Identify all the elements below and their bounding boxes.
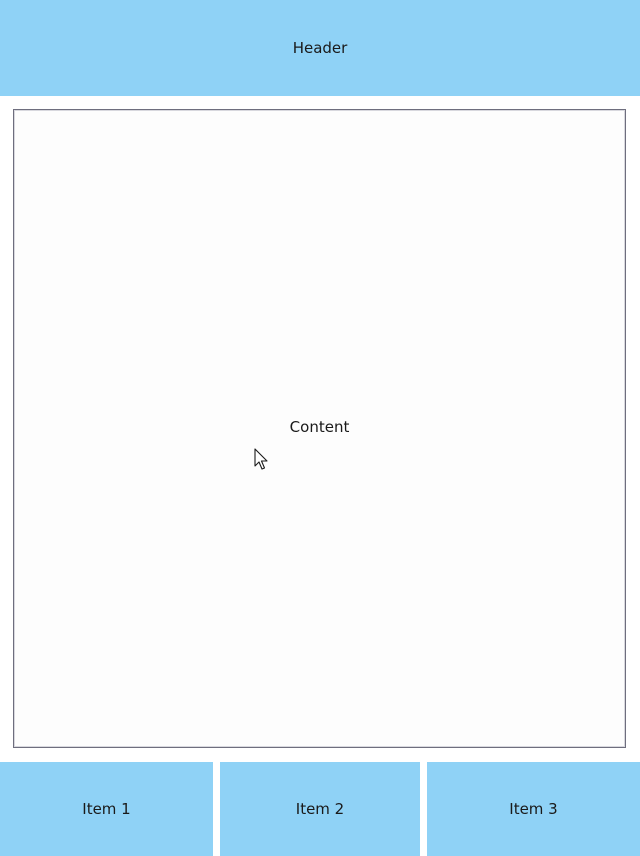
tab-item-1-label: Item 1 (82, 800, 131, 818)
content-label: Content (289, 417, 350, 436)
content-area[interactable]: Content (13, 109, 626, 748)
tab-item-3-label: Item 3 (509, 800, 558, 818)
tab-item-2-label: Item 2 (295, 800, 345, 818)
tab-item-1[interactable]: Item 1 (0, 762, 213, 856)
header-bar: Header (0, 0, 640, 96)
tab-item-3[interactable]: Item 3 (427, 762, 640, 856)
app-page: Header Content Item 1 Item 2 Item 3 (0, 0, 640, 856)
header-title: Header (292, 39, 348, 57)
bottom-tab-bar: Item 1 Item 2 Item 3 (0, 762, 640, 856)
mouse-pointer-icon (254, 448, 268, 470)
tab-item-2[interactable]: Item 2 (220, 762, 420, 856)
